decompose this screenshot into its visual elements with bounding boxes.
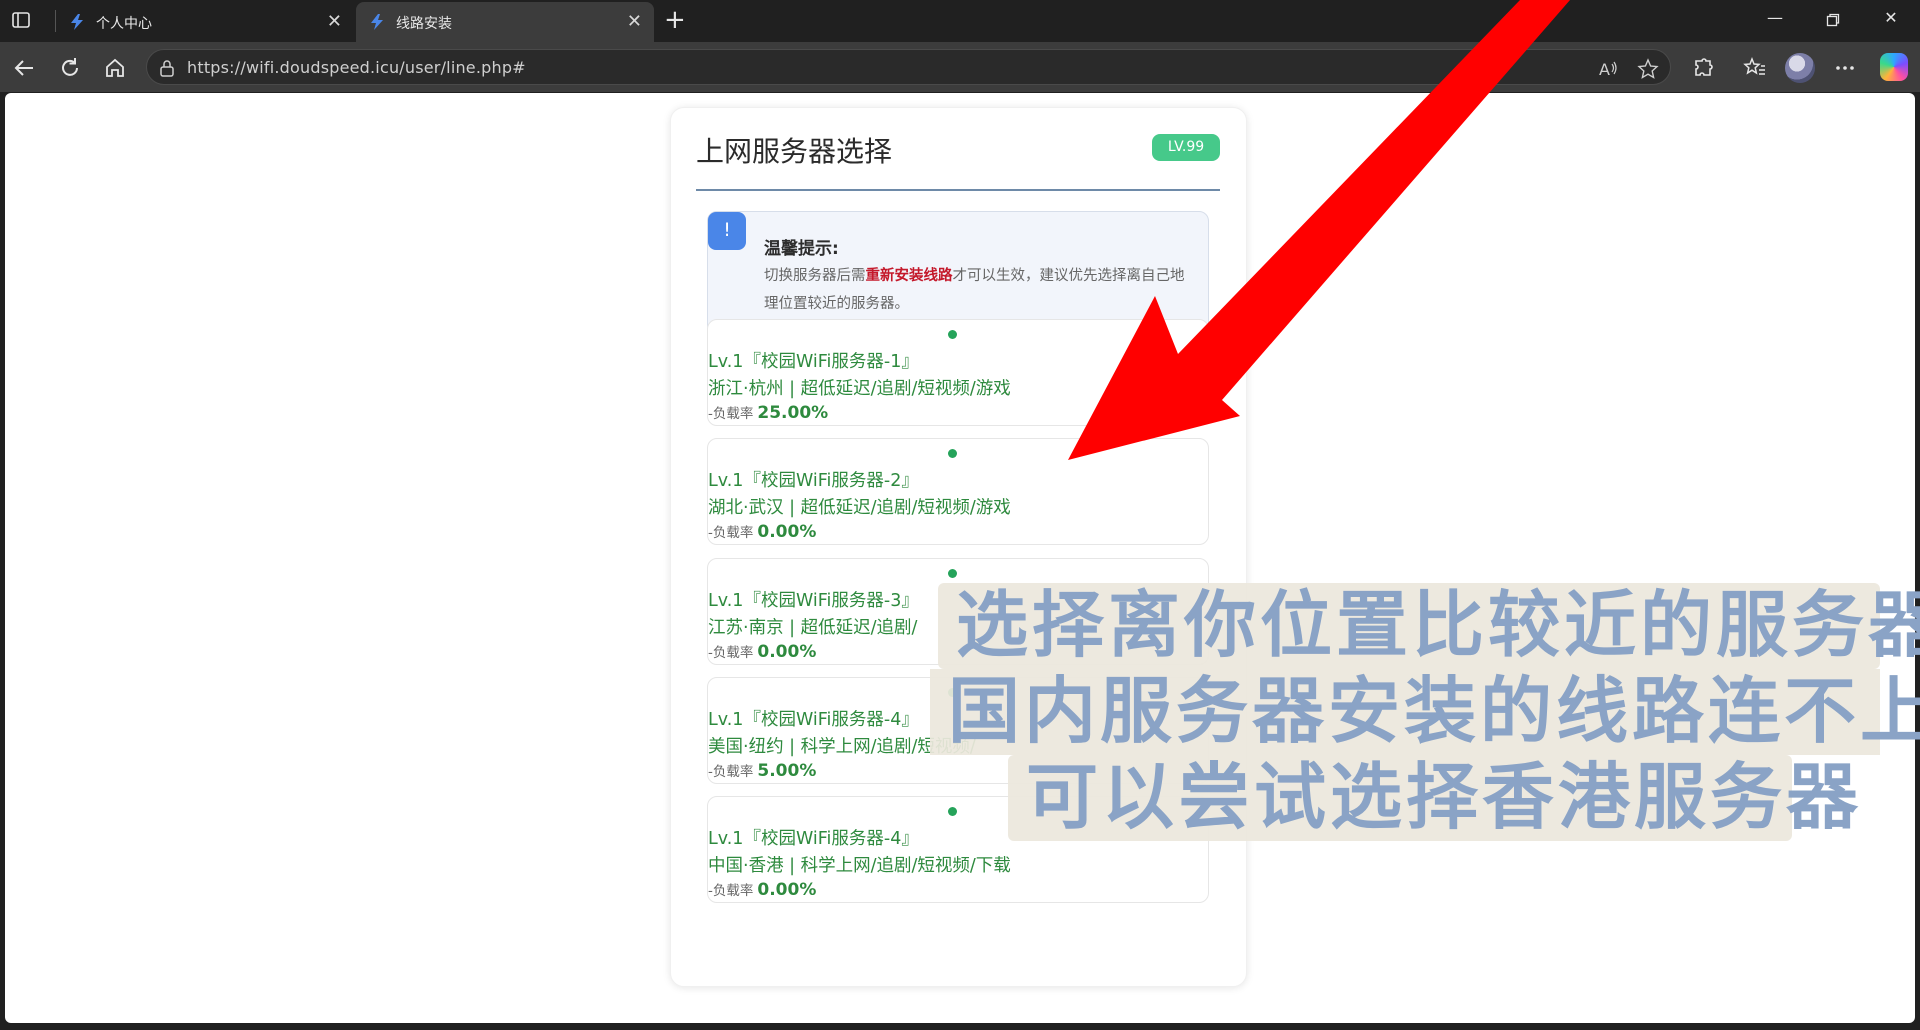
load-value: 5.00% [757,761,817,781]
favorite-star-icon[interactable] [1637,58,1659,80]
notice-body: 切换服务器后需重新安装线路才可以生效，建议优先选择离自己地理位置较近的服务器。 [764,262,1194,318]
svg-text:A: A [1599,60,1610,79]
server-option-2[interactable]: Lv.1『校园WiFi服务器-2』 湖北·武汉 | 超低延迟/追剧/短视频/游戏… [707,438,1209,545]
tab-personal-center[interactable]: 个人中心 ✕ [56,2,354,42]
server-load: -负载率 5.00% [708,760,816,781]
close-tab-icon[interactable]: ✕ [327,11,342,32]
server-load: -负载率 0.00% [708,641,816,662]
server-location: 中国·香港 | 科学上网/追剧/短视频/下载 [708,856,1011,876]
load-label: -负载率 [708,883,754,899]
level-badge: LV.99 [1152,134,1220,161]
page-viewport: 上网服务器选择 LV.99 ! 温馨提示: 切换服务器后需重新安装线路才可以生效… [5,93,1915,1023]
page-title: 上网服务器选择 [696,135,893,168]
tab-title: 线路安装 [396,16,452,32]
server-name: Lv.1『校园WiFi服务器-1』 [708,352,919,372]
server-option-5[interactable]: Lv.1『校园WiFi服务器-4』 中国·香港 | 科学上网/追剧/短视频/下载… [707,796,1209,903]
more-menu-icon[interactable] [1832,55,1858,81]
notice-highlight: 重新安装线路 [865,268,953,284]
lightning-favicon-icon [70,14,84,30]
read-aloud-icon[interactable]: A [1597,58,1619,80]
server-location: 美国·纽约 | 科学上网/追剧/短视频/ [708,737,976,757]
tab-actions-icon[interactable] [10,9,40,33]
refresh-icon[interactable] [57,55,83,81]
tab-title: 个人中心 [96,16,152,32]
online-status-icon [948,449,957,458]
server-name: Lv.1『校园WiFi服务器-4』 [708,710,919,730]
server-name: Lv.1『校园WiFi服务器-2』 [708,471,919,491]
load-label: -负载率 [708,525,754,541]
lock-icon[interactable] [159,59,175,77]
server-name: Lv.1『校园WiFi服务器-4』 [708,829,919,849]
server-load: -负载率 25.00% [708,402,828,423]
minimize-icon[interactable]: — [1752,8,1798,34]
lightning-favicon-icon [370,14,384,30]
server-option-1[interactable]: Lv.1『校园WiFi服务器-1』 浙江·杭州 | 超低延迟/追剧/短视频/游戏… [707,319,1209,426]
favorites-icon[interactable] [1742,55,1768,81]
notice-title: 温馨提示: [764,239,839,259]
extensions-icon[interactable] [1690,55,1716,81]
server-name: Lv.1『校园WiFi服务器-3』 [708,591,919,611]
online-status-icon [948,330,957,339]
load-label: -负载率 [708,645,754,661]
back-arrow-icon[interactable] [12,55,38,81]
browser-toolbar: https://wifi.doudspeed.icu/user/line.php… [0,42,1920,92]
restore-icon[interactable] [1810,8,1856,34]
exclamation-icon: ! [708,212,746,250]
close-tab-icon[interactable]: ✕ [627,11,642,32]
tab-line-install[interactable]: 线路安装 ✕ [356,2,654,42]
server-location: 浙江·杭州 | 超低延迟/追剧/短视频/游戏 [708,379,1011,399]
server-load: -负载率 0.00% [708,521,816,542]
browser-titlebar: 个人中心 ✕ 线路安装 ✕ + — ✕ [0,0,1920,42]
server-location: 江苏·南京 | 超低延迟/追剧/ [708,618,918,638]
server-option-3[interactable]: Lv.1『校园WiFi服务器-3』 江苏·南京 | 超低延迟/追剧/ -负载率 0… [707,558,1209,665]
server-location: 湖北·武汉 | 超低延迟/追剧/短视频/游戏 [708,498,1011,518]
load-value: 0.00% [757,522,817,542]
load-label: -负载率 [708,406,754,422]
address-bar[interactable]: https://wifi.doudspeed.icu/user/line.php… [146,49,1671,85]
online-status-icon [948,569,957,578]
load-value: 25.00% [757,403,829,423]
notice-text: 切换服务器后需 [764,268,866,284]
url-text[interactable]: https://wifi.doudspeed.icu/user/line.php… [187,58,526,77]
new-tab-icon[interactable]: + [664,5,686,35]
home-icon[interactable] [102,55,128,81]
load-value: 0.00% [757,642,817,662]
server-option-4[interactable]: Lv.1『校园WiFi服务器-4』 美国·纽约 | 科学上网/追剧/短视频/ -… [707,677,1209,784]
online-status-icon [948,807,957,816]
server-load: -负载率 0.00% [708,879,816,900]
title-divider [696,189,1220,191]
close-window-icon[interactable]: ✕ [1868,8,1914,34]
profile-avatar[interactable] [1785,53,1815,83]
online-status-icon [948,688,957,697]
load-value: 0.00% [757,880,817,900]
copilot-icon[interactable] [1880,53,1908,81]
notice-box: ! 温馨提示: 切换服务器后需重新安装线路才可以生效，建议优先选择离自己地理位置… [707,211,1209,335]
load-label: -负载率 [708,764,754,780]
server-select-card: 上网服务器选择 LV.99 ! 温馨提示: 切换服务器后需重新安装线路才可以生效… [670,107,1247,987]
